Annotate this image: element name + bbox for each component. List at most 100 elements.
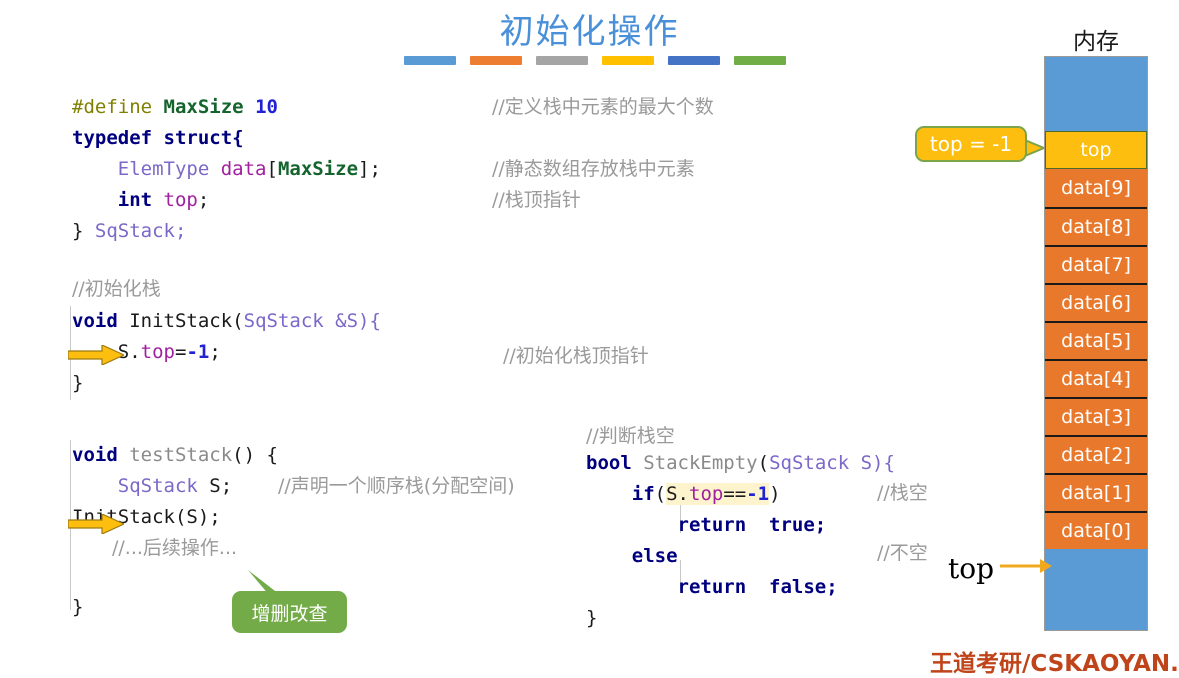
function-name-initstack: InitStack xyxy=(129,310,233,332)
member-top: top xyxy=(163,189,198,211)
decl-var-s: S; xyxy=(209,475,233,497)
memory-free-region-top xyxy=(1045,57,1147,131)
paren-open-empty: ( xyxy=(757,452,770,474)
keyword-return-true: return xyxy=(677,514,747,536)
underline-seg-3 xyxy=(536,56,588,65)
yellow-arrow-icon-inittop xyxy=(68,345,124,365)
array-open-bracket: [ xyxy=(266,158,278,180)
keyword-else: else xyxy=(631,545,678,567)
decl-type-sqstack: SqStack xyxy=(117,475,198,497)
memory-cell-data-2: data[2] xyxy=(1045,435,1147,473)
paren-open-init: ( xyxy=(232,310,244,332)
underline-seg-6 xyxy=(734,56,786,65)
underline-seg-4 xyxy=(602,56,654,65)
literal-true: true; xyxy=(769,514,827,536)
if-object-s: S. xyxy=(666,483,689,505)
function-name-teststack: testStack xyxy=(129,444,233,466)
code-block-stackempty: bool StackEmpty(SqStack S){ if(S.top==-1… xyxy=(586,448,895,634)
yellow-callout-label: top = -1 xyxy=(929,132,1013,156)
typedef-name-sqstack: SqStack; xyxy=(94,220,187,242)
memory-cell-data-1: data[1] xyxy=(1045,473,1147,511)
memory-free-region-bottom xyxy=(1045,549,1147,630)
literal-false: false; xyxy=(769,576,838,598)
memory-cell-data-8: data[8] xyxy=(1045,207,1147,245)
keyword-void-init: void xyxy=(72,310,118,332)
comment-stack-empty: //栈空 xyxy=(877,482,928,504)
keyword-typedef: typedef xyxy=(72,127,153,149)
memory-cell-data-7: data[7] xyxy=(1045,245,1147,283)
teststack-close-brace: } xyxy=(72,596,84,618)
if-value-one: 1 xyxy=(757,483,770,505)
param-type-sqstack-init: SqStack xyxy=(243,310,324,332)
teststack-signature-rest: () { xyxy=(232,444,278,466)
memory-cell-label: data[3] xyxy=(1061,406,1131,428)
if-minus: - xyxy=(746,483,758,505)
memory-cell-label: data[4] xyxy=(1061,368,1131,390)
memory-diagram-label: 内存 xyxy=(1073,29,1119,55)
yellow-arrow-icon-initcall xyxy=(68,514,124,534)
type-elemtype: ElemType xyxy=(117,158,210,180)
array-size-maxsize: MaxSize xyxy=(277,158,359,180)
assign-operator: = xyxy=(174,341,187,363)
memory-cell-data-3: data[3] xyxy=(1045,397,1147,435)
title-underline-bars xyxy=(404,56,786,65)
comment-top-pointer: //栈顶指针 xyxy=(492,189,581,211)
memory-cell-label: data[1] xyxy=(1061,482,1131,504)
memory-cell-label: data[7] xyxy=(1061,254,1131,276)
memory-cell-top: top xyxy=(1045,131,1147,169)
memory-cell-label: data[5] xyxy=(1061,330,1131,352)
memory-cell-data-9: data[9] xyxy=(1045,169,1147,207)
code-block-struct-definition: #define MaxSize 10 typedef struct{ ElemT… xyxy=(72,92,381,247)
memory-cell-label: data[6] xyxy=(1061,292,1131,314)
memory-cell-label: data[8] xyxy=(1061,216,1131,238)
memory-cell-data-0: data[0] xyxy=(1045,511,1147,549)
assign-minus: - xyxy=(186,341,198,363)
green-callout-badge: 增删改查 xyxy=(232,591,347,633)
assign-semicolon: ; xyxy=(209,341,221,363)
assign-member-top: top xyxy=(140,341,175,363)
page-title: 初始化操作 xyxy=(499,12,680,52)
param-name-ref-s: &S){ xyxy=(335,310,381,332)
semicolon: ; xyxy=(197,189,210,211)
memory-cell-data-6: data[6] xyxy=(1045,283,1147,321)
underline-seg-2 xyxy=(470,56,522,65)
param-name-s: S){ xyxy=(860,452,895,474)
comment-maxsize: //定义栈中元素的最大个数 xyxy=(492,96,714,118)
teststack-close-brace-wrap: } xyxy=(72,592,83,623)
comment-declare-stack: //声明一个顺序栈(分配空间) xyxy=(278,475,515,497)
keyword-if: if xyxy=(631,483,655,505)
keyword-int: int xyxy=(117,189,153,211)
assign-value-one: 1 xyxy=(197,341,210,363)
green-callout-label: 增删改查 xyxy=(251,602,328,625)
preprocessor-define: #define xyxy=(72,96,153,118)
comment-stack-not-empty: //不空 xyxy=(877,542,928,564)
stackempty-close-brace: } xyxy=(586,607,598,629)
memory-top-pointer-label: top xyxy=(948,552,995,585)
if-equality-operator: == xyxy=(723,483,747,505)
comment-init-stack: //初始化栈 xyxy=(72,278,161,300)
comment-further-ops: //...后续操作... xyxy=(112,537,238,559)
macro-name-maxsize: MaxSize xyxy=(163,96,244,118)
orange-arrow-icon-top-pointer xyxy=(1000,559,1052,573)
comment-init-top-pointer: //初始化栈顶指针 xyxy=(503,345,649,367)
if-paren-close: ) xyxy=(769,483,781,505)
underline-seg-5 xyxy=(668,56,720,65)
array-close-bracket: ]; xyxy=(358,158,381,180)
struct-close-brace: } xyxy=(72,220,84,242)
keyword-return-false: return xyxy=(677,576,747,598)
function-name-stackempty: StackEmpty xyxy=(643,452,758,474)
memory-cell-label: data[9] xyxy=(1061,177,1131,199)
memory-cell-data-5: data[5] xyxy=(1045,321,1147,359)
yellow-callout-top-value: top = -1 xyxy=(915,126,1027,162)
if-member-top: top xyxy=(689,483,724,505)
struct-open-brace: { xyxy=(232,127,244,149)
macro-value: 10 xyxy=(255,96,278,118)
memory-cell-label: data[2] xyxy=(1061,444,1131,466)
keyword-bool: bool xyxy=(586,452,632,474)
member-data: data xyxy=(220,158,267,180)
comment-data-array: //静态数组存放栈中元素 xyxy=(492,158,695,180)
initstack-close-brace: } xyxy=(72,372,84,394)
memory-cell-top-label: top xyxy=(1080,139,1112,161)
watermark-text: 王道考研/CSKAOYAN.COM xyxy=(930,651,1179,677)
if-paren-open: ( xyxy=(654,483,667,505)
